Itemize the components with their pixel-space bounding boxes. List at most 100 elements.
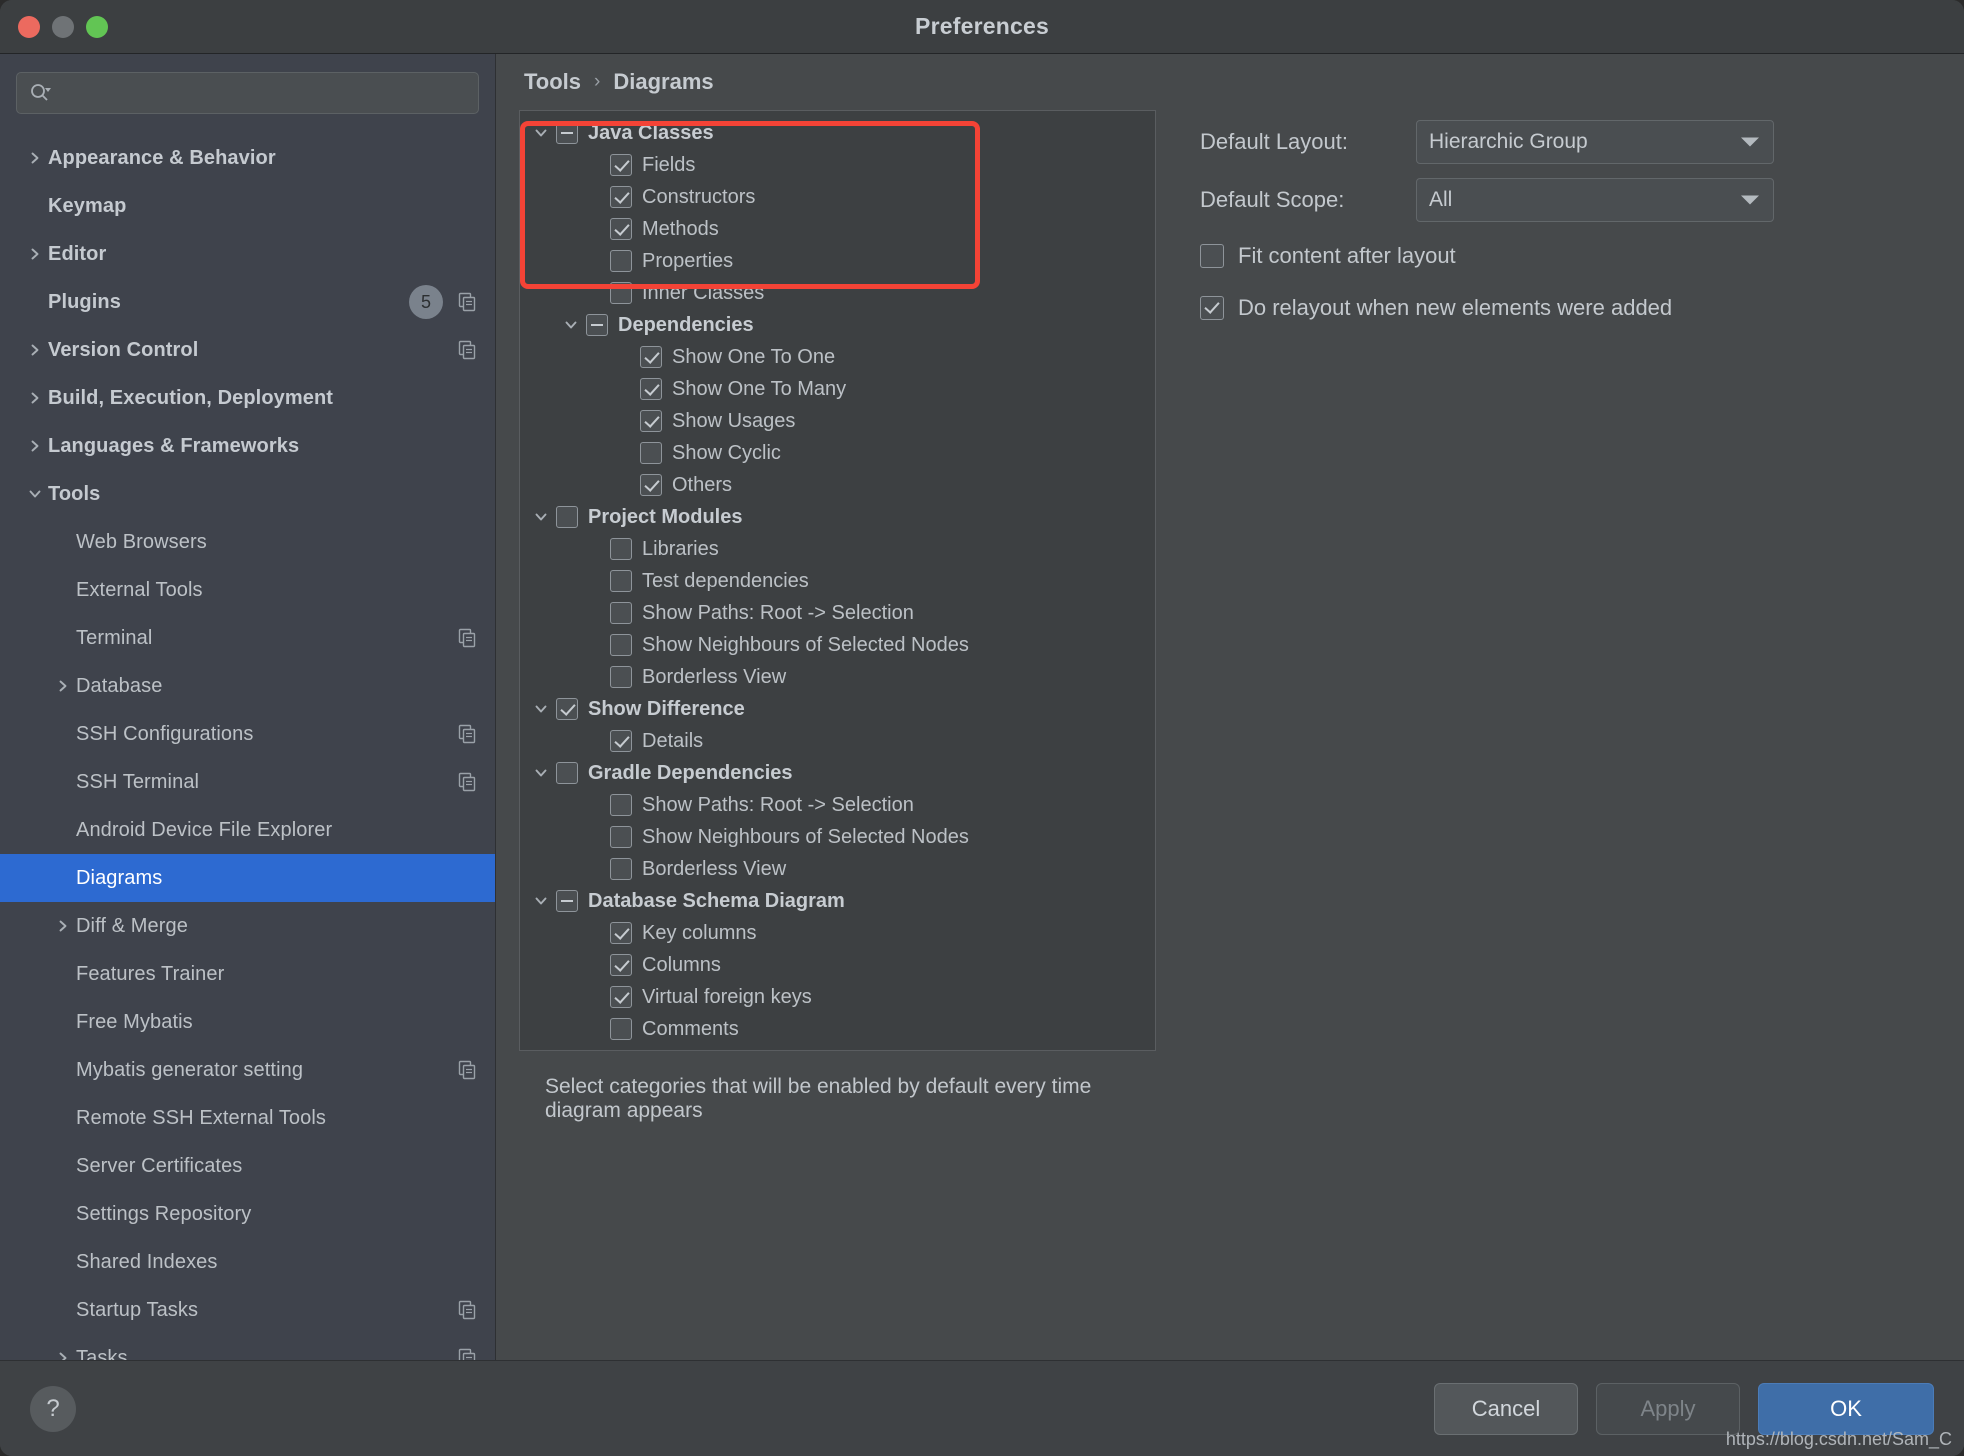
copy-settings-icon[interactable] (457, 1348, 477, 1360)
category-checkbox[interactable] (640, 474, 662, 496)
chevron-down-icon[interactable] (556, 318, 586, 332)
sidebar-item-version-control[interactable]: Version Control (0, 326, 495, 374)
category-checkbox[interactable] (610, 218, 632, 240)
sidebar-item-web-browsers[interactable]: Web Browsers (0, 518, 495, 566)
sidebar-item-mybatis-generator-setting[interactable]: Mybatis generator setting (0, 1046, 495, 1094)
copy-settings-icon[interactable] (457, 1300, 477, 1320)
sidebar-item-startup-tasks[interactable]: Startup Tasks (0, 1286, 495, 1334)
sidebar-item-external-tools[interactable]: External Tools (0, 566, 495, 614)
category-checkbox[interactable] (610, 826, 632, 848)
search-input[interactable] (57, 83, 466, 103)
category-checkbox[interactable] (610, 954, 632, 976)
sidebar-item-free-mybatis[interactable]: Free Mybatis (0, 998, 495, 1046)
category-row[interactable]: Details (520, 725, 1155, 757)
category-row[interactable]: Java Classes (520, 117, 1155, 149)
chevron-right-icon[interactable] (50, 679, 76, 693)
category-checkbox[interactable] (610, 154, 632, 176)
category-checkbox[interactable] (610, 794, 632, 816)
sidebar-item-remote-ssh-external-tools[interactable]: Remote SSH External Tools (0, 1094, 495, 1142)
category-row[interactable]: Show Cyclic (520, 437, 1155, 469)
category-row[interactable]: Methods (520, 213, 1155, 245)
breadcrumb-root[interactable]: Tools (524, 69, 581, 95)
category-row[interactable]: Show Neighbours of Selected Nodes (520, 821, 1155, 853)
category-row[interactable]: Show One To One (520, 341, 1155, 373)
category-checkbox[interactable] (610, 1018, 632, 1040)
category-row[interactable]: Show One To Many (520, 373, 1155, 405)
category-row[interactable]: Show Paths: Root -> Selection (520, 597, 1155, 629)
chevron-down-icon[interactable] (526, 894, 556, 908)
category-row[interactable]: Dependencies (520, 309, 1155, 341)
sidebar-item-terminal[interactable]: Terminal (0, 614, 495, 662)
category-checkbox[interactable] (610, 634, 632, 656)
copy-settings-icon[interactable] (457, 628, 477, 648)
do-relayout-checkbox-row[interactable]: Do relayout when new elements were added (1200, 283, 1964, 333)
copy-settings-icon[interactable] (457, 772, 477, 792)
chevron-right-icon[interactable] (22, 247, 48, 261)
category-checkbox[interactable] (556, 698, 578, 720)
category-row[interactable]: Properties (520, 245, 1155, 277)
category-row[interactable]: Project Modules (520, 501, 1155, 533)
chevron-down-icon[interactable] (526, 126, 556, 140)
sidebar-item-keymap[interactable]: Keymap (0, 182, 495, 230)
category-row[interactable]: Others (520, 469, 1155, 501)
sidebar-item-shared-indexes[interactable]: Shared Indexes (0, 1238, 495, 1286)
category-checkbox[interactable] (556, 890, 578, 912)
category-checkbox[interactable] (640, 442, 662, 464)
category-checkbox[interactable] (610, 986, 632, 1008)
category-row[interactable]: Show Difference (520, 693, 1155, 725)
sidebar-item-android-device-file-explorer[interactable]: Android Device File Explorer (0, 806, 495, 854)
category-checkbox[interactable] (610, 602, 632, 624)
categories-tree[interactable]: Java Classes Fields Constructors Methods Pro… (519, 110, 1156, 1051)
sidebar-item-tools[interactable]: Tools (0, 470, 495, 518)
chevron-right-icon[interactable] (22, 343, 48, 357)
category-row[interactable]: Show Paths: Root -> Selection (520, 789, 1155, 821)
copy-settings-icon[interactable] (457, 340, 477, 360)
cancel-button[interactable]: Cancel (1434, 1382, 1578, 1435)
category-row[interactable]: Inner Classes (520, 277, 1155, 309)
default-scope-select[interactable]: All (1416, 178, 1774, 222)
sidebar-item-build-execution-deployment[interactable]: Build, Execution, Deployment (0, 374, 495, 422)
category-row[interactable]: Fields (520, 149, 1155, 181)
category-checkbox[interactable] (556, 506, 578, 528)
sidebar-item-tasks[interactable]: Tasks (0, 1334, 495, 1360)
sidebar-item-editor[interactable]: Editor (0, 230, 495, 278)
sidebar-item-database[interactable]: Database (0, 662, 495, 710)
category-row[interactable]: Show Usages (520, 405, 1155, 437)
category-row[interactable]: Constructors (520, 181, 1155, 213)
chevron-down-icon[interactable] (526, 510, 556, 524)
category-row[interactable]: Libraries (520, 533, 1155, 565)
sidebar-item-ssh-configurations[interactable]: SSH Configurations (0, 710, 495, 758)
category-checkbox[interactable] (556, 762, 578, 784)
category-checkbox[interactable] (640, 378, 662, 400)
apply-button[interactable]: Apply (1596, 1382, 1740, 1435)
category-checkbox[interactable] (610, 538, 632, 560)
help-button[interactable]: ? (30, 1385, 76, 1432)
sidebar-item-plugins[interactable]: Plugins 5 (0, 278, 495, 326)
search-box[interactable] (16, 72, 479, 114)
sidebar-item-appearance-behavior[interactable]: Appearance & Behavior (0, 134, 495, 182)
fit-content-checkbox[interactable] (1200, 244, 1224, 268)
category-row[interactable]: Gradle Dependencies (520, 757, 1155, 789)
category-checkbox[interactable] (610, 730, 632, 752)
sidebar-item-settings-repository[interactable]: Settings Repository (0, 1190, 495, 1238)
category-checkbox[interactable] (586, 314, 608, 336)
chevron-right-icon[interactable] (22, 151, 48, 165)
category-row[interactable]: Show Neighbours of Selected Nodes (520, 629, 1155, 661)
do-relayout-checkbox[interactable] (1200, 296, 1224, 320)
chevron-down-icon[interactable] (22, 487, 48, 501)
category-row[interactable]: Key columns (520, 917, 1155, 949)
category-checkbox[interactable] (556, 122, 578, 144)
chevron-right-icon[interactable] (22, 439, 48, 453)
chevron-down-icon[interactable] (526, 702, 556, 716)
category-row[interactable]: Test dependencies (520, 565, 1155, 597)
copy-settings-icon[interactable] (457, 724, 477, 744)
default-layout-select[interactable]: Hierarchic Group (1416, 120, 1774, 164)
sidebar-item-diagrams[interactable]: Diagrams (0, 854, 495, 902)
chevron-down-icon[interactable] (526, 766, 556, 780)
chevron-right-icon[interactable] (50, 1351, 76, 1360)
category-checkbox[interactable] (640, 410, 662, 432)
category-checkbox[interactable] (610, 186, 632, 208)
category-checkbox[interactable] (610, 250, 632, 272)
chevron-right-icon[interactable] (22, 391, 48, 405)
copy-settings-icon[interactable] (457, 292, 477, 312)
